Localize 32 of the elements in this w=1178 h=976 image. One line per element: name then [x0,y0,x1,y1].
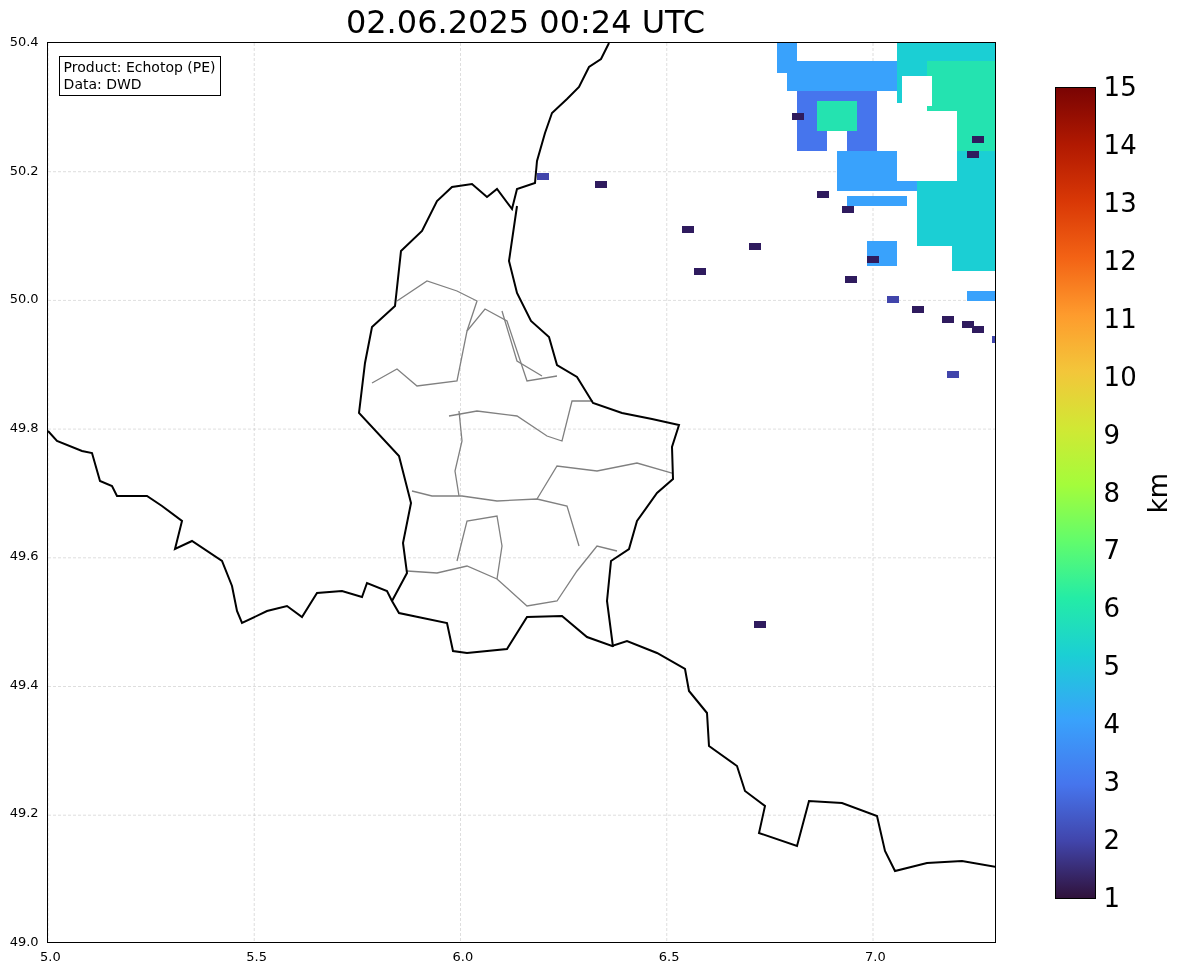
colorbar-tick-label: 7 [1103,535,1121,566]
y-tick-label: 50.4 [9,34,39,49]
colorbar-tick-label: 13 [1103,187,1137,218]
y-tick-label: 50.2 [9,162,39,178]
y-tick-label: 49.2 [9,805,39,821]
y-tick-label: 49.0 [9,934,39,949]
colorbar-tick-label: 5 [1103,651,1121,682]
colorbar-tick-label: 10 [1103,361,1137,392]
y-tick-label: 49.4 [9,676,39,692]
y-tick-label: 49.8 [9,419,39,435]
colorbar-tick-label: 2 [1103,825,1121,856]
x-tick-label: 5.5 [246,949,267,964]
info-text: Product: Echotop (PE) [63,59,216,76]
x-tick-label: 6.0 [452,949,474,964]
colorbar-tick-label: 14 [1103,129,1137,160]
colorbar-tick-label: 6 [1103,593,1121,624]
x-tick-label: 5.0 [40,949,61,964]
colorbar-tick-label: 9 [1103,419,1121,450]
y-tick-label: 49.6 [9,548,39,564]
colorbar-tick-label: 3 [1103,767,1121,798]
x-tick-label: 6.5 [658,949,680,964]
x-tick-label: 7.0 [865,949,886,964]
y-tick-label: 50.0 [9,291,39,307]
colorbar-tick-label: 4 [1103,709,1121,740]
colorbar-tick-label: 8 [1103,477,1121,508]
colorbar-tick-label: 12 [1103,245,1137,276]
colorbar-tick-label: 15 [1103,72,1137,102]
info-text: Data: DWD [63,76,143,93]
colorbar-label: km [1142,472,1173,514]
colorbar-tick-label: 1 [1103,883,1121,913]
colorbar-tick-label: 11 [1103,303,1137,334]
chart-title: 02.06.2025 00:24 UTC [344,2,707,42]
